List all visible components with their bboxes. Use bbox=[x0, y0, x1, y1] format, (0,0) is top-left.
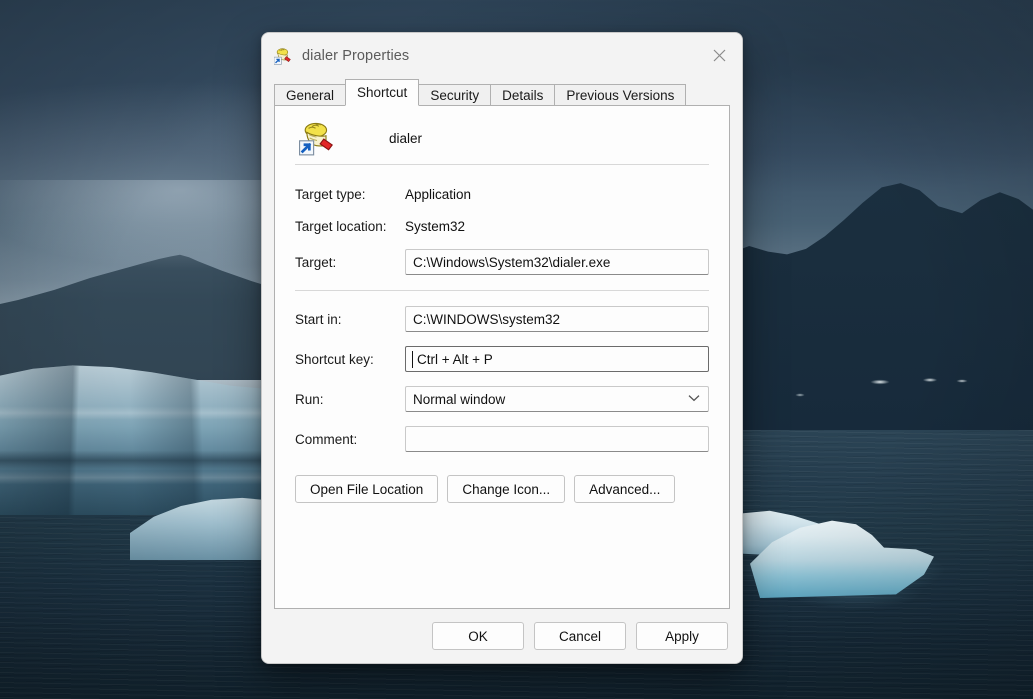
title-bar: dialer Properties bbox=[262, 33, 742, 78]
dialer-shortcut-icon-large bbox=[299, 120, 335, 156]
tab-security-label: Security bbox=[430, 87, 480, 103]
target-type-label: Target type: bbox=[295, 186, 366, 202]
desktop: dialer Properties General Shortcut Secur… bbox=[0, 0, 1033, 699]
dialog-footer: OK Cancel Apply bbox=[262, 609, 742, 663]
tab-shortcut[interactable]: Shortcut bbox=[345, 79, 420, 106]
target-location-value: System32 bbox=[405, 218, 466, 234]
tab-general-label: General bbox=[286, 87, 335, 103]
target-input[interactable] bbox=[405, 249, 709, 275]
change-icon-label: Change Icon... bbox=[462, 481, 551, 497]
row-start-in: Start in: bbox=[293, 303, 711, 335]
close-button[interactable] bbox=[696, 33, 742, 78]
cancel-label: Cancel bbox=[558, 628, 602, 644]
dialer-properties-dialog: dialer Properties General Shortcut Secur… bbox=[261, 32, 743, 664]
apply-button[interactable]: Apply bbox=[636, 622, 728, 650]
change-icon-button[interactable]: Change Icon... bbox=[447, 475, 566, 503]
dialer-shortcut-icon bbox=[273, 47, 292, 65]
target-type-value: Application bbox=[405, 186, 472, 202]
comment-input[interactable] bbox=[405, 426, 709, 452]
tab-previous-versions-label: Previous Versions bbox=[566, 87, 675, 103]
start-in-input[interactable] bbox=[405, 306, 709, 332]
row-target: Target: bbox=[293, 246, 711, 278]
app-header-row: dialer bbox=[293, 106, 711, 164]
shortcut-name: dialer bbox=[389, 130, 423, 146]
tab-details[interactable]: Details bbox=[490, 84, 556, 106]
tab-details-label: Details bbox=[502, 87, 544, 103]
comment-input-text[interactable] bbox=[413, 431, 701, 447]
advanced-label: Advanced... bbox=[589, 481, 661, 497]
row-comment: Comment: bbox=[293, 423, 711, 455]
ok-button[interactable]: OK bbox=[432, 622, 524, 650]
tab-security[interactable]: Security bbox=[418, 84, 492, 106]
shortcut-tab-page: dialer Target type: Application Target l… bbox=[274, 106, 730, 609]
ok-label: OK bbox=[468, 628, 488, 644]
open-file-location-button[interactable]: Open File Location bbox=[295, 475, 439, 503]
tab-shortcut-label: Shortcut bbox=[357, 85, 408, 100]
comment-label: Comment: bbox=[295, 431, 358, 447]
target-location-label: Target location: bbox=[295, 218, 387, 234]
advanced-button[interactable]: Advanced... bbox=[574, 475, 676, 503]
shortcut-action-buttons: Open File Location Change Icon... Advanc… bbox=[293, 455, 711, 503]
tab-strip: General Shortcut Security Details Previo… bbox=[262, 78, 742, 106]
shortcut-key-input[interactable] bbox=[405, 346, 709, 372]
shortcut-key-label: Shortcut key: bbox=[295, 351, 374, 367]
apply-label: Apply bbox=[665, 628, 699, 644]
row-shortcut-key: Shortcut key: bbox=[293, 343, 711, 375]
row-target-location: Target location: System32 bbox=[293, 210, 711, 242]
run-dropdown-value: Normal window bbox=[413, 391, 506, 407]
start-in-label: Start in: bbox=[295, 311, 342, 327]
run-label: Run: bbox=[295, 391, 324, 407]
tab-general[interactable]: General bbox=[274, 84, 347, 106]
chevron-down-icon bbox=[688, 394, 700, 405]
tab-previous-versions[interactable]: Previous Versions bbox=[554, 84, 687, 106]
shortcut-key-input-text[interactable] bbox=[413, 351, 701, 367]
row-target-type: Target type: Application bbox=[293, 178, 711, 210]
target-label: Target: bbox=[295, 254, 337, 270]
cancel-button[interactable]: Cancel bbox=[534, 622, 626, 650]
start-in-input-text[interactable] bbox=[413, 311, 701, 327]
row-run: Run: Normal window bbox=[293, 383, 711, 415]
shortcut-form: Target type: Application Target location… bbox=[293, 165, 711, 503]
open-file-location-label: Open File Location bbox=[310, 481, 424, 497]
run-dropdown[interactable]: Normal window bbox=[405, 386, 709, 412]
window-title: dialer Properties bbox=[302, 47, 410, 64]
target-input-text[interactable] bbox=[413, 254, 701, 270]
